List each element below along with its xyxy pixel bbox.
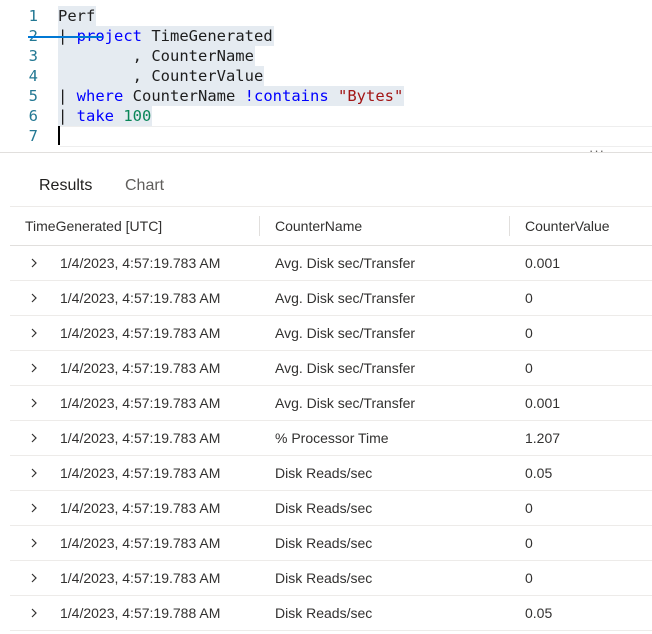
cell-countername: Disk Reads/sec <box>275 570 373 586</box>
code-text[interactable]: | take 100 <box>58 106 153 126</box>
expand-row-chevron-icon[interactable] <box>30 538 38 548</box>
results-grid: TimeGenerated [UTC] CounterName CounterV… <box>10 207 652 631</box>
code-token: Perf <box>58 7 96 25</box>
line-number: 5 <box>28 87 38 105</box>
line-number: 3 <box>28 47 38 65</box>
cell-countervalue: 0 <box>525 325 533 341</box>
cell-timegenerated: 1/4/2023, 4:57:19.788 AM <box>60 605 221 621</box>
cell-timegenerated: 1/4/2023, 4:57:19.783 AM <box>60 360 221 376</box>
cell-countername: Avg. Disk sec/Transfer <box>275 360 416 376</box>
column-resize-handle[interactable] <box>259 216 260 236</box>
cell-countername: Disk Reads/sec <box>275 465 373 481</box>
code-token: take <box>76 107 114 125</box>
expand-row-chevron-icon[interactable] <box>30 433 38 443</box>
code-token: | <box>58 107 77 125</box>
cell-countervalue: 0.001 <box>525 395 561 411</box>
table-row[interactable]: 1/4/2023, 4:57:19.783 AM Avg. Disk sec/Tr… <box>10 246 652 281</box>
table-row[interactable]: 1/4/2023, 4:57:19.783 AM Avg. Disk sec/Tr… <box>10 351 652 386</box>
cell-timegenerated: 1/4/2023, 4:57:19.783 AM <box>60 395 221 411</box>
cell-countername: Avg. Disk sec/Transfer <box>275 255 416 271</box>
line-number: 7 <box>28 127 38 145</box>
cell-timegenerated: 1/4/2023, 4:57:19.783 AM <box>60 570 221 586</box>
column-header-countervalue[interactable]: CounterValue <box>525 207 610 245</box>
cell-countervalue: 0 <box>525 535 533 551</box>
cell-timegenerated: 1/4/2023, 4:57:19.783 AM <box>60 535 221 551</box>
cell-countervalue: 0 <box>525 500 533 516</box>
line-number: 6 <box>28 107 38 125</box>
column-header-timegenerated[interactable]: TimeGenerated [UTC] <box>25 207 162 245</box>
cell-countername: % Processor Time <box>275 430 389 446</box>
cell-timegenerated: 1/4/2023, 4:57:19.783 AM <box>60 500 221 516</box>
table-row[interactable]: 1/4/2023, 4:57:19.783 AM Avg. Disk sec/Tr… <box>10 316 652 351</box>
code-token: "Bytes" <box>338 87 404 105</box>
table-row[interactable]: 1/4/2023, 4:57:19.783 AM Disk Reads/sec 0.… <box>10 456 652 491</box>
cell-countervalue: 0 <box>525 290 533 306</box>
expand-row-chevron-icon[interactable] <box>30 503 38 513</box>
line-number: 4 <box>28 67 38 85</box>
cell-timegenerated: 1/4/2023, 4:57:19.783 AM <box>60 465 221 481</box>
expand-row-chevron-icon[interactable] <box>30 328 38 338</box>
active-tab-indicator <box>28 36 102 38</box>
table-row[interactable]: 1/4/2023, 4:57:19.783 AM % Processor Time… <box>10 421 652 456</box>
current-line-highlight <box>60 126 652 147</box>
code-token: CounterName <box>123 87 245 105</box>
cell-timegenerated: 1/4/2023, 4:57:19.783 AM <box>60 255 221 271</box>
cell-countername: Disk Reads/sec <box>275 605 373 621</box>
cell-countername: Disk Reads/sec <box>275 535 373 551</box>
cell-countervalue: 0.05 <box>525 465 553 481</box>
table-row[interactable]: 1/4/2023, 4:57:19.788 AM Disk Reads/sec 0.… <box>10 596 652 631</box>
table-row[interactable]: 1/4/2023, 4:57:19.783 AM Disk Reads/sec 0 <box>10 491 652 526</box>
text-cursor <box>58 126 60 145</box>
cell-countervalue: 0.05 <box>525 605 553 621</box>
code-text[interactable]: , CounterName <box>58 46 255 66</box>
expand-row-chevron-icon[interactable] <box>30 398 38 408</box>
expand-row-chevron-icon[interactable] <box>30 573 38 583</box>
expand-row-chevron-icon[interactable] <box>30 363 38 373</box>
column-resize-handle[interactable] <box>509 216 510 236</box>
query-editor[interactable]: 1Perf2| project TimeGenerated3 , Counter… <box>0 0 652 150</box>
code-token: TimeGenerated <box>142 27 273 45</box>
table-row[interactable]: 1/4/2023, 4:57:19.783 AM Avg. Disk sec/Tr… <box>10 281 652 316</box>
code-token: | <box>58 87 77 105</box>
table-row[interactable]: 1/4/2023, 4:57:19.783 AM Avg. Disk sec/Tr… <box>10 386 652 421</box>
code-text[interactable]: | where CounterName !contains "Bytes" <box>58 86 405 106</box>
code-token: where <box>76 87 124 105</box>
cell-timegenerated: 1/4/2023, 4:57:19.783 AM <box>60 430 221 446</box>
cell-countervalue: 0.001 <box>525 255 561 271</box>
more-options-icon[interactable]: ··· <box>585 144 609 158</box>
expand-row-chevron-icon[interactable] <box>30 468 38 478</box>
cell-timegenerated: 1/4/2023, 4:57:19.783 AM <box>60 325 221 341</box>
expand-row-chevron-icon[interactable] <box>30 293 38 303</box>
cell-countervalue: 1.207 <box>525 430 561 446</box>
code-token: 100 <box>123 107 152 125</box>
column-header-countername[interactable]: CounterName <box>275 207 362 245</box>
code-token: , CounterName <box>58 47 254 65</box>
expand-row-chevron-icon[interactable] <box>30 258 38 268</box>
grid-header: TimeGenerated [UTC] CounterName CounterV… <box>10 207 652 246</box>
cell-timegenerated: 1/4/2023, 4:57:19.783 AM <box>60 290 221 306</box>
code-token: !contains <box>244 87 329 105</box>
grid-body: 1/4/2023, 4:57:19.783 AM Avg. Disk sec/Tr… <box>10 246 652 631</box>
line-number: 1 <box>28 7 38 25</box>
tab-results[interactable]: Results <box>39 170 92 202</box>
code-text[interactable]: Perf <box>58 6 97 26</box>
cell-countername: Avg. Disk sec/Transfer <box>275 325 416 341</box>
code-text[interactable]: , CounterValue <box>58 66 265 86</box>
cell-countername: Avg. Disk sec/Transfer <box>275 290 416 306</box>
pane-splitter[interactable] <box>0 152 652 157</box>
code-token: , CounterValue <box>58 67 264 85</box>
table-row[interactable]: 1/4/2023, 4:57:19.783 AM Disk Reads/sec 0 <box>10 561 652 596</box>
cell-countervalue: 0 <box>525 360 533 376</box>
cell-countername: Avg. Disk sec/Transfer <box>275 395 416 411</box>
expand-row-chevron-icon[interactable] <box>30 608 38 618</box>
tab-chart[interactable]: Chart <box>125 170 164 202</box>
cell-countervalue: 0 <box>525 570 533 586</box>
cell-countername: Disk Reads/sec <box>275 500 373 516</box>
table-row[interactable]: 1/4/2023, 4:57:19.783 AM Disk Reads/sec 0 <box>10 526 652 561</box>
